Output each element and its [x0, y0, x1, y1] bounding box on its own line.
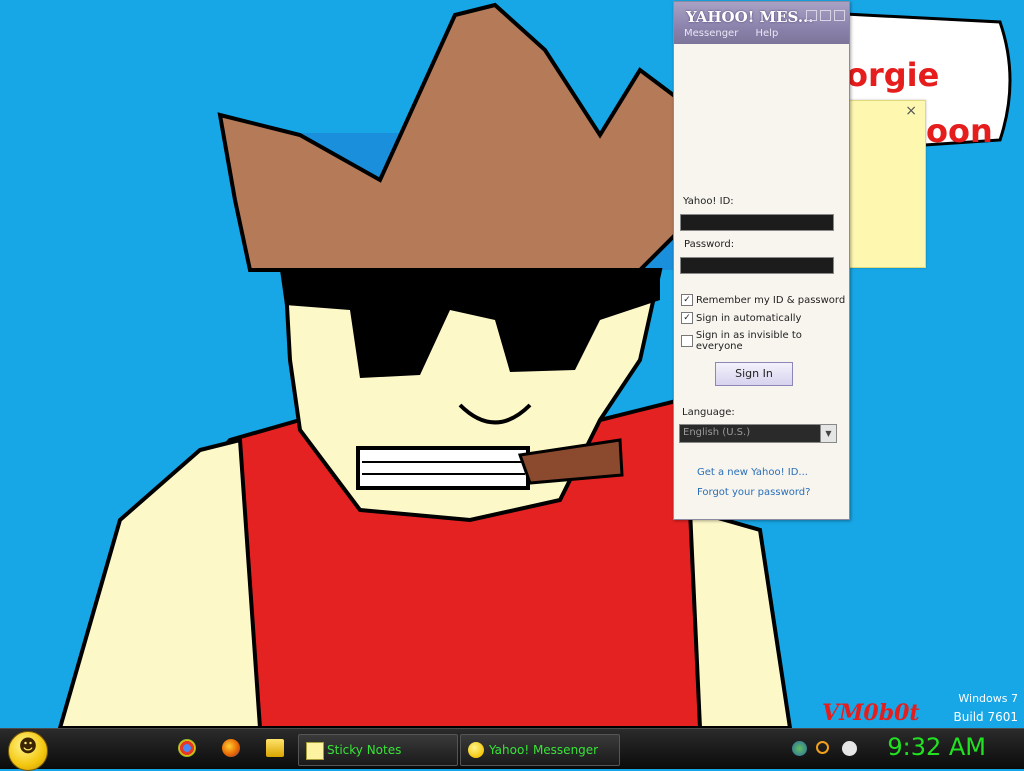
taskbar: ☻ Sticky Notes Yahoo! Messenger 9:32 AM — [0, 728, 1024, 771]
os-watermark: Windows 7 — [958, 692, 1018, 705]
messenger-task-label: Yahoo! Messenger — [489, 743, 599, 757]
invisible-check-icon[interactable] — [681, 335, 693, 347]
search-icon[interactable] — [816, 741, 829, 754]
close-icon[interactable] — [834, 10, 845, 21]
messenger-tray-icon[interactable] — [842, 741, 857, 756]
messenger-menubar: Messenger Help — [684, 28, 792, 39]
bubble-text-line2: oon — [926, 112, 993, 150]
remember-check-icon[interactable]: ✓ — [681, 294, 693, 306]
chrome-icon[interactable] — [178, 739, 196, 757]
sticky-notes-icon — [306, 742, 324, 760]
sticky-close-icon[interactable]: × — [905, 103, 917, 119]
invisible-checkbox[interactable]: Sign in as invisible to everyone — [681, 330, 849, 352]
sticky-note-window[interactable]: × — [846, 100, 926, 268]
signature-logo: VM0b0t — [822, 700, 920, 726]
language-label: Language: — [682, 407, 735, 418]
language-select[interactable]: English (U.S.) ▼ — [679, 424, 837, 443]
password-label: Password: — [684, 239, 735, 250]
invisible-label: Sign in as invisible to everyone — [695, 330, 802, 352]
taskbar-yahoo-messenger[interactable]: Yahoo! Messenger — [460, 734, 620, 766]
sign-in-button[interactable]: Sign In — [715, 362, 793, 386]
bubble-text-line1: orgie — [846, 56, 940, 94]
menu-messenger[interactable]: Messenger — [684, 28, 738, 39]
taskbar-clock[interactable]: 9:32 AM — [887, 733, 986, 761]
messenger-body: Yahoo! ID: Password: ✓ Remember my ID & … — [674, 44, 849, 519]
menu-help[interactable]: Help — [756, 28, 779, 39]
auto-signin-checkbox[interactable]: ✓ Sign in automatically — [681, 312, 801, 324]
yahoo-smiley-icon — [468, 742, 484, 758]
maximize-icon[interactable] — [820, 10, 831, 21]
start-button[interactable]: ☻ — [8, 731, 48, 771]
password-input[interactable] — [680, 257, 834, 274]
language-value: English (U.S.) — [683, 427, 751, 438]
messenger-title: YAHOO! MES... — [686, 8, 814, 26]
yahoo-id-label: Yahoo! ID: — [683, 196, 734, 207]
sticky-notes-label: Sticky Notes — [327, 743, 402, 757]
forgot-password-link[interactable]: Forgot your password? — [697, 487, 810, 498]
remember-label: Remember my ID & password — [696, 294, 846, 306]
smiley-icon: ☻ — [18, 736, 38, 757]
auto-check-icon[interactable]: ✓ — [681, 312, 693, 324]
chevron-down-icon[interactable]: ▼ — [820, 425, 836, 442]
remember-checkbox[interactable]: ✓ Remember my ID & password — [681, 294, 845, 306]
yahoo-id-input[interactable] — [680, 214, 834, 231]
minimize-icon[interactable] — [806, 10, 817, 21]
taskbar-sticky-notes[interactable]: Sticky Notes — [298, 734, 458, 766]
new-id-link[interactable]: Get a new Yahoo! ID... — [697, 467, 808, 478]
auto-signin-label: Sign in automatically — [696, 312, 802, 324]
network-icon[interactable] — [792, 741, 807, 756]
yahoo-messenger-window: YAHOO! MES... Messenger Help Yahoo! ID: … — [673, 1, 850, 520]
desktop: orgie oon × YAHOO! MES... Messenger Help… — [0, 0, 1024, 728]
messenger-titlebar[interactable]: YAHOO! MES... Messenger Help — [674, 2, 849, 44]
firefox-icon[interactable] — [222, 739, 240, 757]
folder-icon[interactable] — [266, 739, 284, 757]
build-watermark: Build 7601 — [953, 710, 1018, 724]
